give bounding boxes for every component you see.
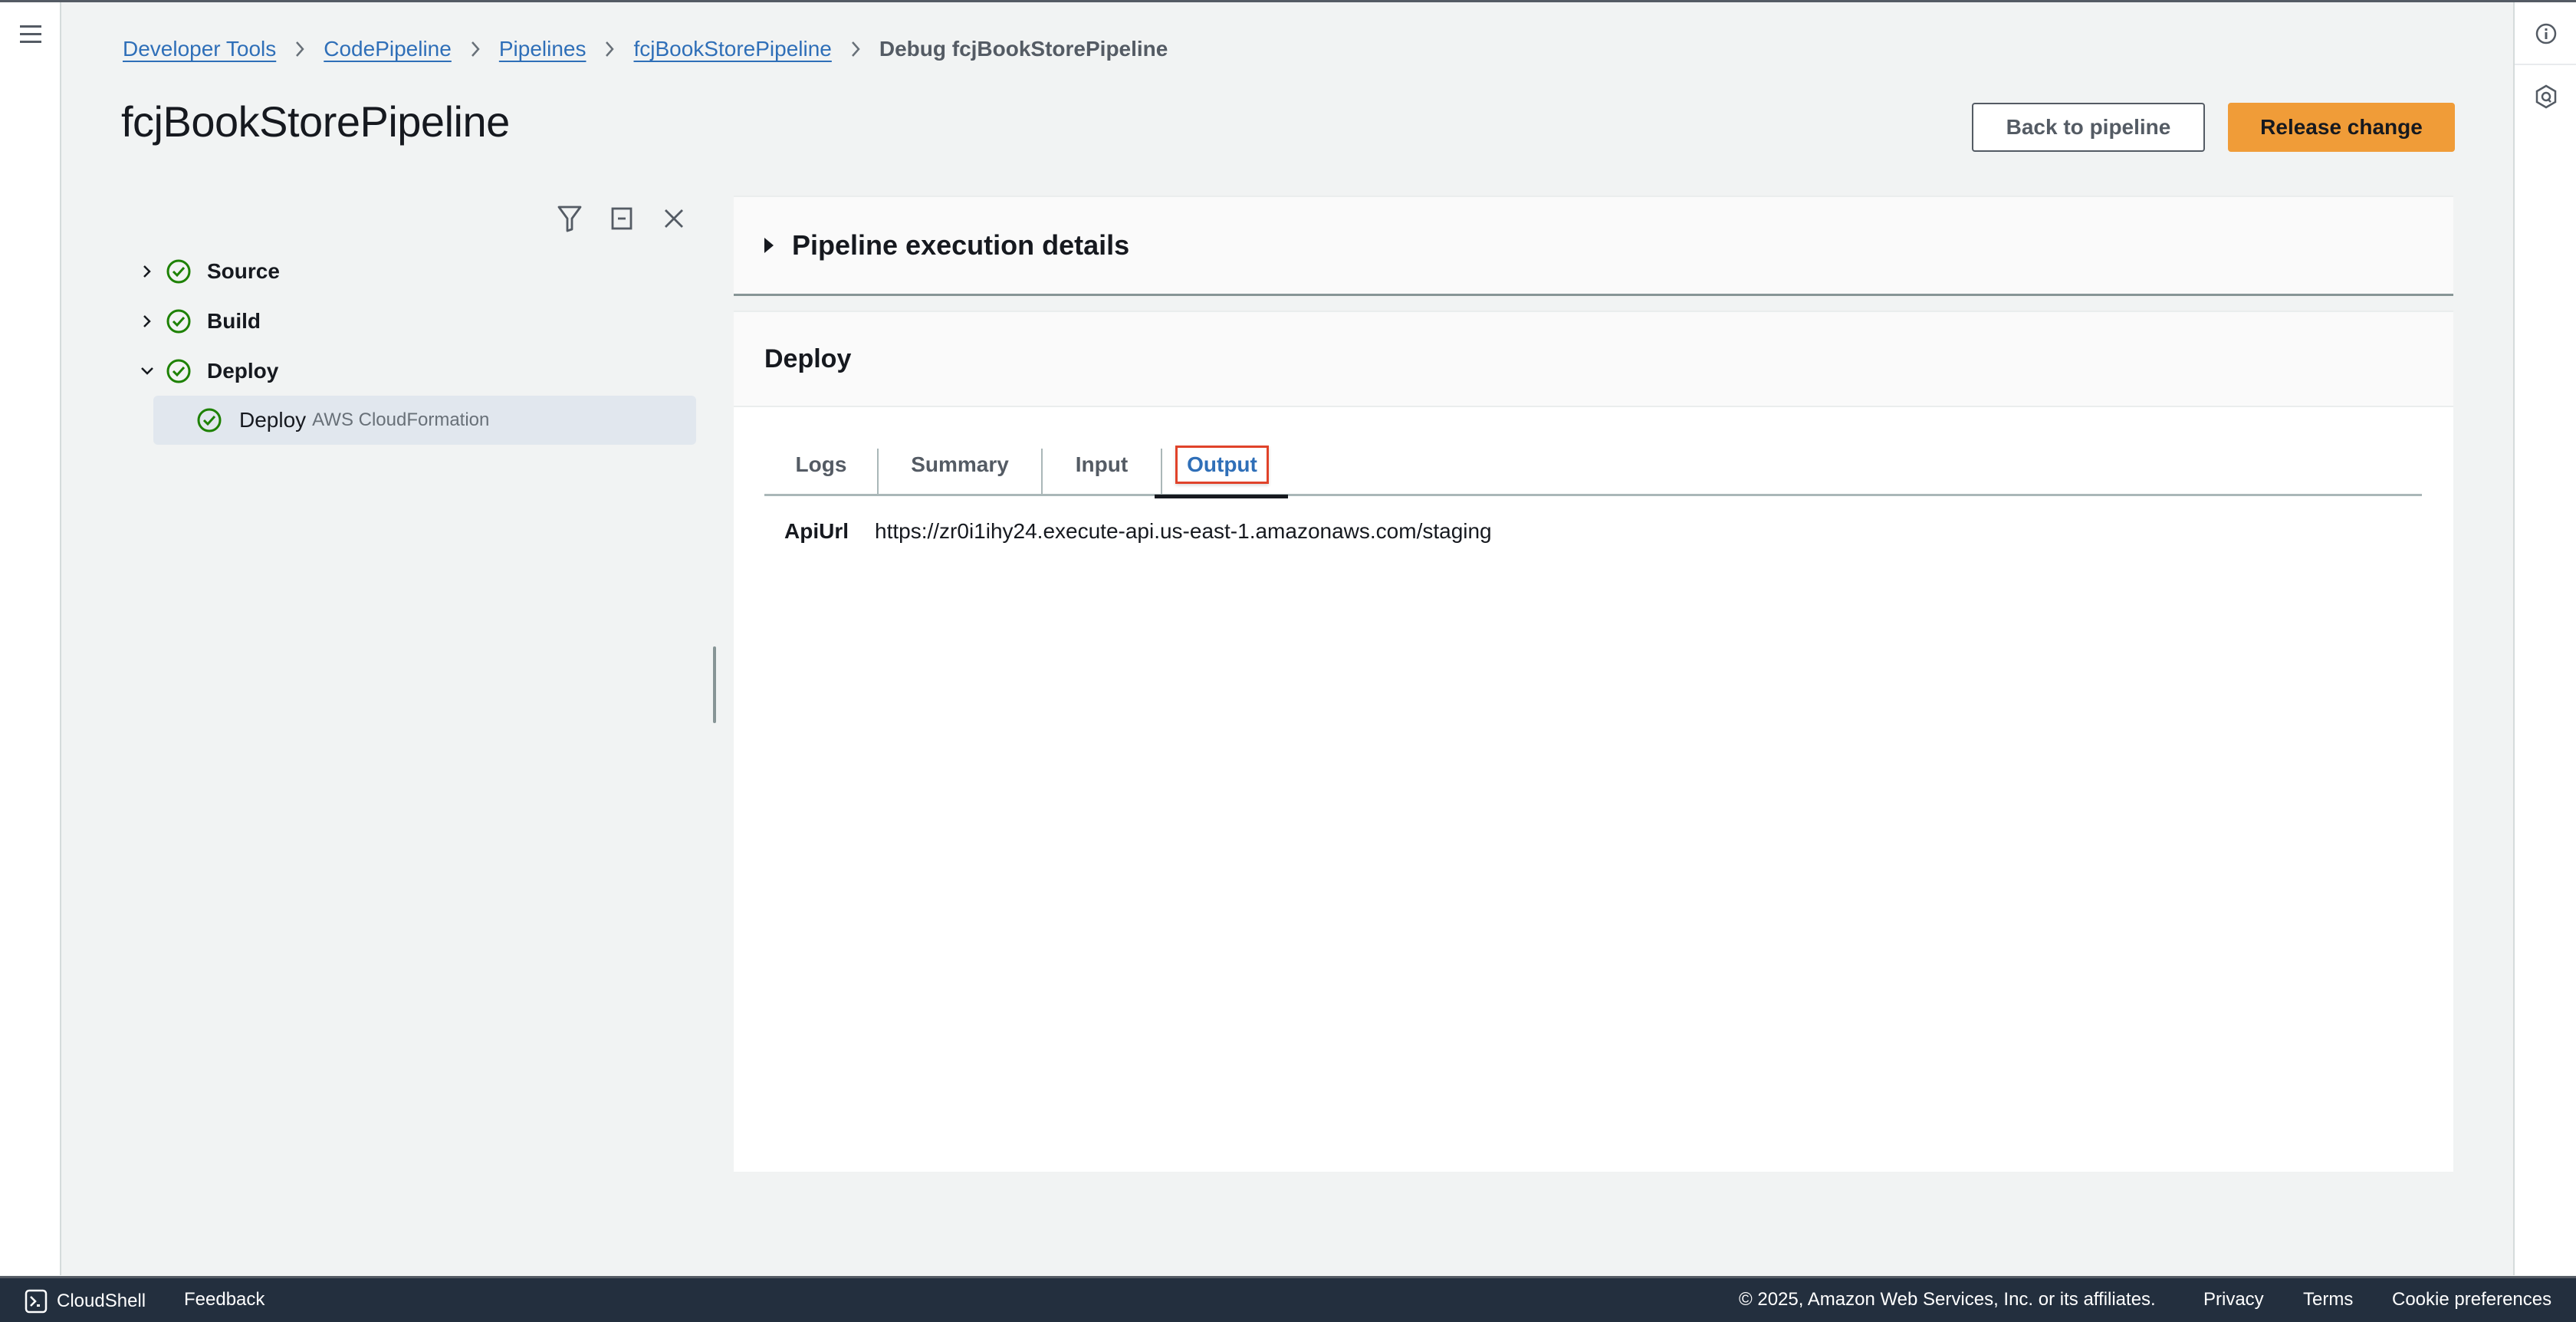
chevron-right-icon (294, 41, 305, 58)
cookie-preferences-link[interactable]: Cookie preferences (2392, 1289, 2551, 1310)
chevron-right-icon[interactable] (136, 314, 158, 329)
panel-header: Deploy (734, 311, 2453, 407)
caret-right-icon (764, 238, 774, 253)
chevron-right-icon (470, 41, 481, 58)
active-tab-indicator (1155, 495, 1288, 498)
chevron-down-icon[interactable] (136, 366, 158, 377)
tree-stage-build[interactable]: Build (136, 304, 261, 338)
filter-icon[interactable] (554, 202, 586, 235)
action-provider: AWS CloudFormation (312, 409, 490, 430)
info-icon[interactable] (2528, 16, 2564, 51)
menu-icon[interactable] (20, 25, 41, 44)
tree-stage-deploy[interactable]: Deploy (136, 354, 278, 388)
back-to-pipeline-button[interactable]: Back to pipeline (1972, 103, 2205, 152)
tree-stage-source[interactable]: Source (136, 255, 280, 288)
privacy-link[interactable]: Privacy (2203, 1289, 2264, 1310)
success-icon (166, 359, 191, 383)
tree-action-deploy[interactable]: Deploy AWS CloudFormation (153, 396, 696, 445)
feedback-link[interactable]: Feedback (184, 1289, 264, 1310)
cloudshell-icon (25, 1289, 48, 1314)
top-border (0, 0, 2576, 2)
output-row: ApiUrl https://zr0i1ihy24.execute-api.us… (784, 519, 1492, 544)
output-key: ApiUrl (784, 519, 849, 543)
breadcrumb-current: Debug fcjBookStorePipeline (879, 37, 1168, 61)
tab-output[interactable]: Output (1162, 433, 1282, 496)
output-value: https://zr0i1ihy24.execute-api.us-east-1… (875, 519, 1492, 543)
breadcrumb-pipelines[interactable]: Pipelines (499, 37, 586, 61)
breadcrumb: Developer Tools CodePipeline Pipelines f… (123, 34, 1168, 64)
breadcrumb-pipeline[interactable]: fcjBookStorePipeline (633, 37, 831, 61)
action-details-panel: Deploy Logs Summary Input Output ApiUrl … (734, 311, 2453, 1172)
panel-resize-handle[interactable] (713, 646, 716, 723)
stage-label: Source (207, 259, 280, 283)
tab-summary[interactable]: Summary (879, 433, 1041, 496)
release-change-button[interactable]: Release change (2228, 103, 2455, 152)
expander-label: Pipeline execution details (792, 229, 1130, 261)
success-icon (197, 408, 222, 432)
side-navigation-rail (0, 2, 61, 1275)
panel-title: Deploy (764, 344, 852, 373)
cloudshell-button[interactable]: CloudShell (25, 1289, 146, 1314)
chevron-right-icon (604, 41, 615, 58)
cloudshell-label: CloudShell (57, 1291, 146, 1311)
tree-toolbar (554, 202, 690, 235)
tools-rail (2513, 2, 2576, 1275)
breadcrumb-developer-tools[interactable]: Developer Tools (123, 37, 276, 61)
tab-logs[interactable]: Logs (764, 433, 878, 496)
copyright-text: © 2025, Amazon Web Services, Inc. or its… (1739, 1289, 2156, 1310)
success-icon (166, 309, 191, 334)
tab-output-label: Output (1175, 446, 1269, 484)
breadcrumb-codepipeline[interactable]: CodePipeline (324, 37, 452, 61)
rail-divider (2515, 64, 2576, 65)
pipeline-execution-details-expander[interactable]: Pipeline execution details (734, 196, 2453, 296)
chevron-right-icon (850, 41, 861, 58)
stage-label: Build (207, 309, 261, 333)
action-label: Deploy (239, 408, 307, 432)
chevron-right-icon[interactable] (136, 264, 158, 279)
tab-list: Logs Summary Input Output (764, 433, 2422, 498)
close-icon[interactable] (658, 202, 690, 235)
amazon-q-icon[interactable] (2528, 79, 2564, 114)
terms-link[interactable]: Terms (2303, 1289, 2353, 1310)
footer: CloudShell Feedback © 2025, Amazon Web S… (0, 1276, 2576, 1322)
stage-label: Deploy (207, 359, 279, 383)
success-icon (166, 259, 191, 284)
tab-input[interactable]: Input (1043, 433, 1161, 496)
page-title: fcjBookStorePipeline (121, 97, 510, 146)
collapse-all-icon[interactable] (606, 202, 638, 235)
